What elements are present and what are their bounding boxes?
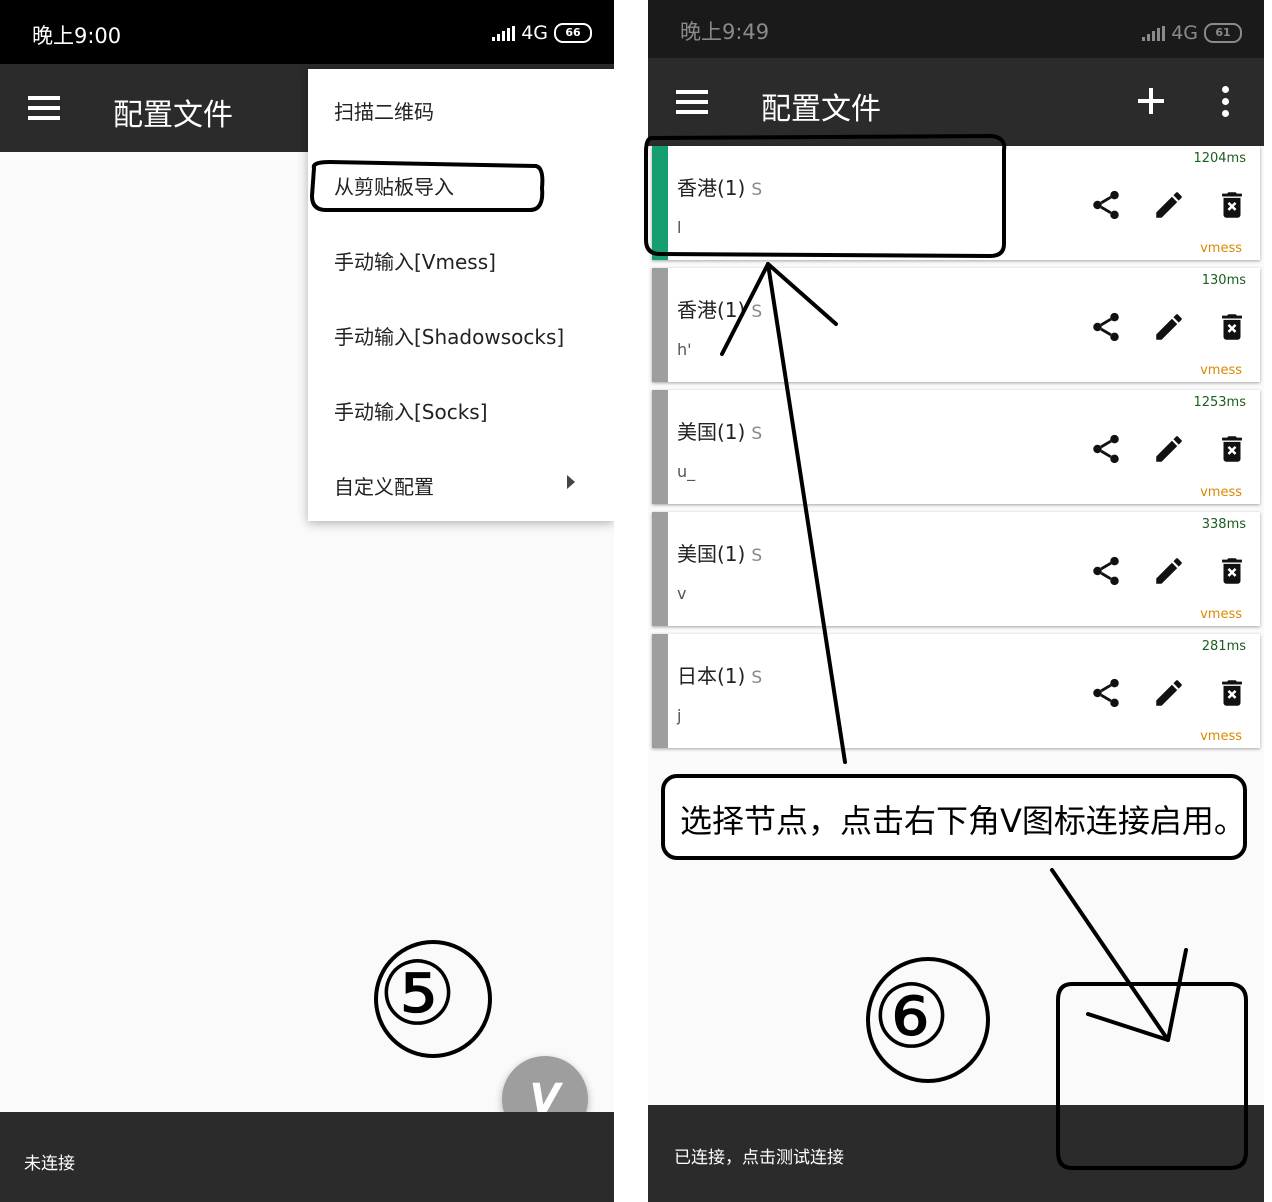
menu-item-manual-socks[interactable]: 手动输入[Socks] bbox=[334, 396, 488, 425]
connection-status-bar[interactable]: 已连接，点击测试连接 bbox=[648, 1105, 1264, 1202]
server-card[interactable]: 香港(1) S l 1204ms vmess bbox=[652, 146, 1260, 260]
share-icon[interactable] bbox=[1089, 676, 1123, 710]
hamburger-menu-icon[interactable] bbox=[676, 90, 708, 114]
protocol-label: vmess bbox=[1200, 241, 1242, 256]
delete-icon[interactable] bbox=[1215, 554, 1249, 588]
menu-item-manual-vmess[interactable]: 手动输入[Vmess] bbox=[334, 246, 496, 275]
server-name: 香港(1) S bbox=[677, 298, 763, 322]
latency-label: 1253ms bbox=[1193, 395, 1246, 410]
selection-indicator bbox=[652, 634, 668, 748]
server-subscription: S bbox=[751, 180, 763, 200]
latency-label: 1204ms bbox=[1193, 151, 1246, 166]
battery-icon: 61 bbox=[1204, 23, 1242, 43]
connection-status-text: 未连接 bbox=[24, 1154, 75, 1174]
signal-icon bbox=[492, 25, 516, 41]
server-name: 美国(1) S bbox=[677, 420, 763, 444]
server-subscription: S bbox=[751, 546, 763, 566]
signal-icon bbox=[1142, 25, 1166, 41]
network-type: 4G bbox=[521, 22, 548, 44]
delete-icon[interactable] bbox=[1215, 188, 1249, 222]
menu-item-import-clipboard[interactable]: 从剪贴板导入 bbox=[334, 171, 454, 200]
instruction-text: 选择节点，点击右下角V图标连接启用。 bbox=[680, 802, 1246, 840]
step-5-label: ⑤ bbox=[378, 942, 457, 1045]
hamburger-menu-icon[interactable] bbox=[28, 96, 60, 120]
server-address: l bbox=[677, 218, 682, 237]
latency-label: 130ms bbox=[1201, 273, 1246, 288]
status-time: 晚上9:49 bbox=[680, 20, 770, 44]
share-icon[interactable] bbox=[1089, 554, 1123, 588]
server-subscription: S bbox=[751, 302, 763, 322]
delete-icon[interactable] bbox=[1215, 432, 1249, 466]
connection-status-bar: 未连接 bbox=[0, 1112, 614, 1202]
delete-icon[interactable] bbox=[1215, 310, 1249, 344]
left-phone-screen: 晚上9:00 4G 66 配置文件 扫描二维码 从剪贴板导入 手动输入[Vmes… bbox=[0, 0, 614, 1202]
server-name: 美国(1) S bbox=[677, 542, 763, 566]
server-address: j bbox=[677, 706, 682, 725]
page-title: 配置文件 bbox=[761, 92, 881, 127]
menu-item-manual-shadowsocks[interactable]: 手动输入[Shadowsocks] bbox=[334, 321, 564, 350]
edit-icon[interactable] bbox=[1152, 554, 1186, 588]
network-type: 4G bbox=[1171, 22, 1198, 44]
edit-icon[interactable] bbox=[1152, 310, 1186, 344]
protocol-label: vmess bbox=[1200, 363, 1242, 378]
right-phone-screen: 晚上9:49 4G 61 配置文件 香港(1) Sl 1204ms vmess 香港(1… bbox=[648, 0, 1264, 1202]
edit-icon[interactable] bbox=[1152, 432, 1186, 466]
latency-label: 281ms bbox=[1201, 639, 1246, 654]
server-subscription: S bbox=[751, 668, 763, 688]
page-title: 配置文件 bbox=[113, 98, 233, 133]
status-bar: 晚上9:49 4G 61 bbox=[648, 0, 1264, 58]
edit-icon[interactable] bbox=[1152, 676, 1186, 710]
share-icon[interactable] bbox=[1089, 188, 1123, 222]
latency-label: 338ms bbox=[1201, 517, 1246, 532]
server-subscription: S bbox=[751, 424, 763, 444]
battery-icon: 66 bbox=[554, 23, 592, 43]
delete-icon[interactable] bbox=[1215, 676, 1249, 710]
server-card[interactable]: 日本(1) S j 281ms vmess bbox=[652, 634, 1260, 748]
protocol-label: vmess bbox=[1200, 729, 1242, 744]
add-config-popup-menu: 扫描二维码 从剪贴板导入 手动输入[Vmess] 手动输入[Shadowsock… bbox=[308, 69, 614, 521]
selection-indicator bbox=[652, 512, 668, 626]
protocol-label: vmess bbox=[1200, 485, 1242, 500]
status-bar: 晚上9:00 4G 66 bbox=[0, 0, 614, 64]
server-card[interactable]: 美国(1) S v 338ms vmess bbox=[652, 512, 1260, 626]
connection-status-text: 已连接，点击测试连接 bbox=[674, 1148, 844, 1168]
server-address: u_ bbox=[677, 462, 696, 481]
status-time: 晚上9:00 bbox=[32, 24, 122, 48]
add-icon[interactable] bbox=[1138, 88, 1164, 114]
selection-indicator bbox=[652, 390, 668, 504]
server-card[interactable]: 香港(1) S h' 130ms vmess bbox=[652, 268, 1260, 382]
selection-indicator bbox=[652, 146, 668, 260]
server-card[interactable]: 美国(1) S u_ 1253ms vmess bbox=[652, 390, 1260, 504]
menu-item-scan-qrcode[interactable]: 扫描二维码 bbox=[334, 96, 434, 125]
more-options-icon[interactable] bbox=[1222, 86, 1230, 118]
server-name: 香港(1) S bbox=[677, 176, 763, 200]
server-address: h' bbox=[677, 340, 692, 359]
menu-item-custom-config[interactable]: 自定义配置 bbox=[334, 471, 434, 500]
server-name: 日本(1) S bbox=[677, 664, 763, 688]
submenu-arrow-icon bbox=[567, 475, 575, 489]
share-icon[interactable] bbox=[1089, 432, 1123, 466]
share-icon[interactable] bbox=[1089, 310, 1123, 344]
app-bar: 配置文件 bbox=[648, 58, 1264, 146]
protocol-label: vmess bbox=[1200, 607, 1242, 622]
server-address: v bbox=[677, 584, 687, 603]
selection-indicator bbox=[652, 268, 668, 382]
edit-icon[interactable] bbox=[1152, 188, 1186, 222]
step-6-label: ⑥ bbox=[872, 965, 951, 1068]
